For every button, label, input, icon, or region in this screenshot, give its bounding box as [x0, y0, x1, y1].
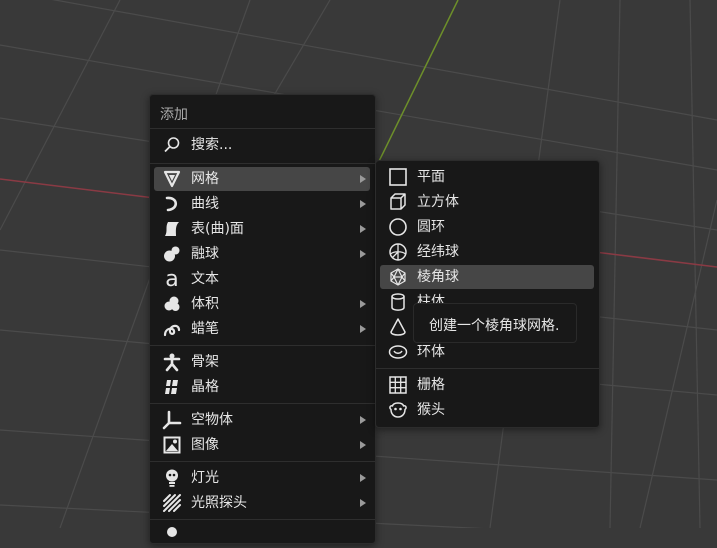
mesh-submenu: 平面 立方体 圆环 经纬球 棱角球 柱体 锥体 [375, 160, 600, 428]
torus-icon [388, 342, 408, 362]
submenu-arrow-icon [360, 175, 366, 183]
submenu-arrow-icon [360, 200, 366, 208]
menu-item-label: 光照探头 [191, 495, 247, 511]
divider [150, 519, 375, 520]
menu-item-label: 空物体 [191, 412, 233, 428]
menu-item-label: 图像 [191, 437, 219, 453]
menu-item-label: 表(曲)面 [191, 221, 244, 237]
menu-item-label: 融球 [191, 246, 219, 262]
divider [150, 128, 375, 129]
circle-icon [388, 217, 408, 237]
submenu-item-label: 经纬球 [417, 244, 459, 260]
menu-item-light-probe[interactable]: 光照探头 [154, 491, 370, 515]
menu-item-curve[interactable]: 曲线 [154, 192, 370, 216]
menu-item-surface[interactable]: 表(曲)面 [154, 217, 370, 241]
submenu-arrow-icon [360, 225, 366, 233]
uv-sphere-icon [388, 242, 408, 262]
cylinder-icon [388, 292, 408, 312]
menu-item-metaball[interactable]: 融球 [154, 242, 370, 266]
search-item[interactable]: 搜索... [154, 133, 370, 157]
image-icon [162, 435, 182, 455]
monkey-icon [388, 400, 408, 420]
menu-item-label: 晶格 [191, 379, 219, 395]
menu-item-label: 体积 [191, 296, 219, 312]
lattice-icon [162, 377, 182, 397]
svg-text:a: a [165, 269, 178, 289]
menu-item-armature[interactable]: 骨架 [154, 350, 370, 374]
submenu-arrow-icon [360, 300, 366, 308]
mesh-icon [162, 169, 182, 189]
submenu-arrow-icon [360, 474, 366, 482]
menu-item-label: 蜡笔 [191, 321, 219, 337]
menu-item-volume[interactable]: 体积 [154, 292, 370, 316]
submenu-item-label: 环体 [417, 344, 445, 360]
submenu-item-label: 圆环 [417, 219, 445, 235]
search-icon [162, 135, 182, 155]
tooltip-text: 创建一个棱角球网格. [429, 318, 560, 334]
tooltip: 创建一个棱角球网格. [413, 303, 577, 343]
menu-item-label: 骨架 [191, 354, 219, 370]
submenu-item-label: 平面 [417, 169, 445, 185]
text-icon: a [162, 269, 182, 289]
submenu-item-label: 猴头 [417, 402, 445, 418]
menu-item-lattice[interactable]: 晶格 [154, 375, 370, 399]
submenu-item-grid[interactable]: 栅格 [380, 373, 594, 397]
curve-icon [162, 194, 182, 214]
submenu-arrow-icon [360, 250, 366, 258]
grid-icon [388, 375, 408, 395]
volume-icon [162, 294, 182, 314]
cone-icon [388, 317, 408, 337]
divider [150, 461, 375, 462]
cube-icon [388, 192, 408, 212]
submenu-item-ico-sphere[interactable]: 棱角球 [380, 265, 594, 289]
light-icon [162, 468, 182, 488]
menu-title: 添加 [160, 107, 188, 123]
menu-item-label: 文本 [191, 271, 219, 287]
menu-item-empty[interactable]: 空物体 [154, 408, 370, 432]
submenu-item-label: 立方体 [417, 194, 459, 210]
divider [376, 368, 599, 369]
divider [150, 163, 375, 164]
submenu-item-label: 棱角球 [417, 269, 459, 285]
menu-item-image[interactable]: 图像 [154, 433, 370, 457]
submenu-arrow-icon [360, 499, 366, 507]
plane-icon [388, 167, 408, 187]
submenu-item-uv-sphere[interactable]: 经纬球 [380, 240, 594, 264]
submenu-arrow-icon [360, 325, 366, 333]
metaball-icon [162, 244, 182, 264]
submenu-item-torus[interactable]: 环体 [380, 340, 594, 364]
menu-item-grease-pencil[interactable]: 蜡笔 [154, 317, 370, 341]
submenu-item-circle[interactable]: 圆环 [380, 215, 594, 239]
add-menu: 添加 搜索... 网格 曲线 表(曲)面 融球 a 文本 体积 蜡笔 骨架 晶格… [149, 94, 376, 544]
grease-pencil-icon [162, 319, 182, 339]
menu-item-label: 曲线 [191, 196, 219, 212]
search-label: 搜索... [191, 137, 233, 153]
submenu-item-label: 栅格 [417, 377, 445, 393]
menu-item-label: 灯光 [191, 470, 219, 486]
divider [150, 403, 375, 404]
armature-icon [162, 352, 182, 372]
speaker-icon [162, 526, 182, 546]
submenu-arrow-icon [360, 441, 366, 449]
surface-icon [162, 219, 182, 239]
light-probe-icon [162, 493, 182, 513]
empty-icon [162, 410, 182, 430]
submenu-arrow-icon [360, 416, 366, 424]
submenu-item-monkey[interactable]: 猴头 [380, 398, 594, 422]
menu-item-label: 网格 [191, 171, 219, 187]
ico-sphere-icon [388, 267, 408, 287]
menu-item-light[interactable]: 灯光 [154, 466, 370, 490]
menu-item-mesh[interactable]: 网格 [154, 167, 370, 191]
divider [150, 345, 375, 346]
submenu-item-cube[interactable]: 立方体 [380, 190, 594, 214]
submenu-item-plane[interactable]: 平面 [380, 165, 594, 189]
menu-item-text[interactable]: a 文本 [154, 267, 370, 291]
